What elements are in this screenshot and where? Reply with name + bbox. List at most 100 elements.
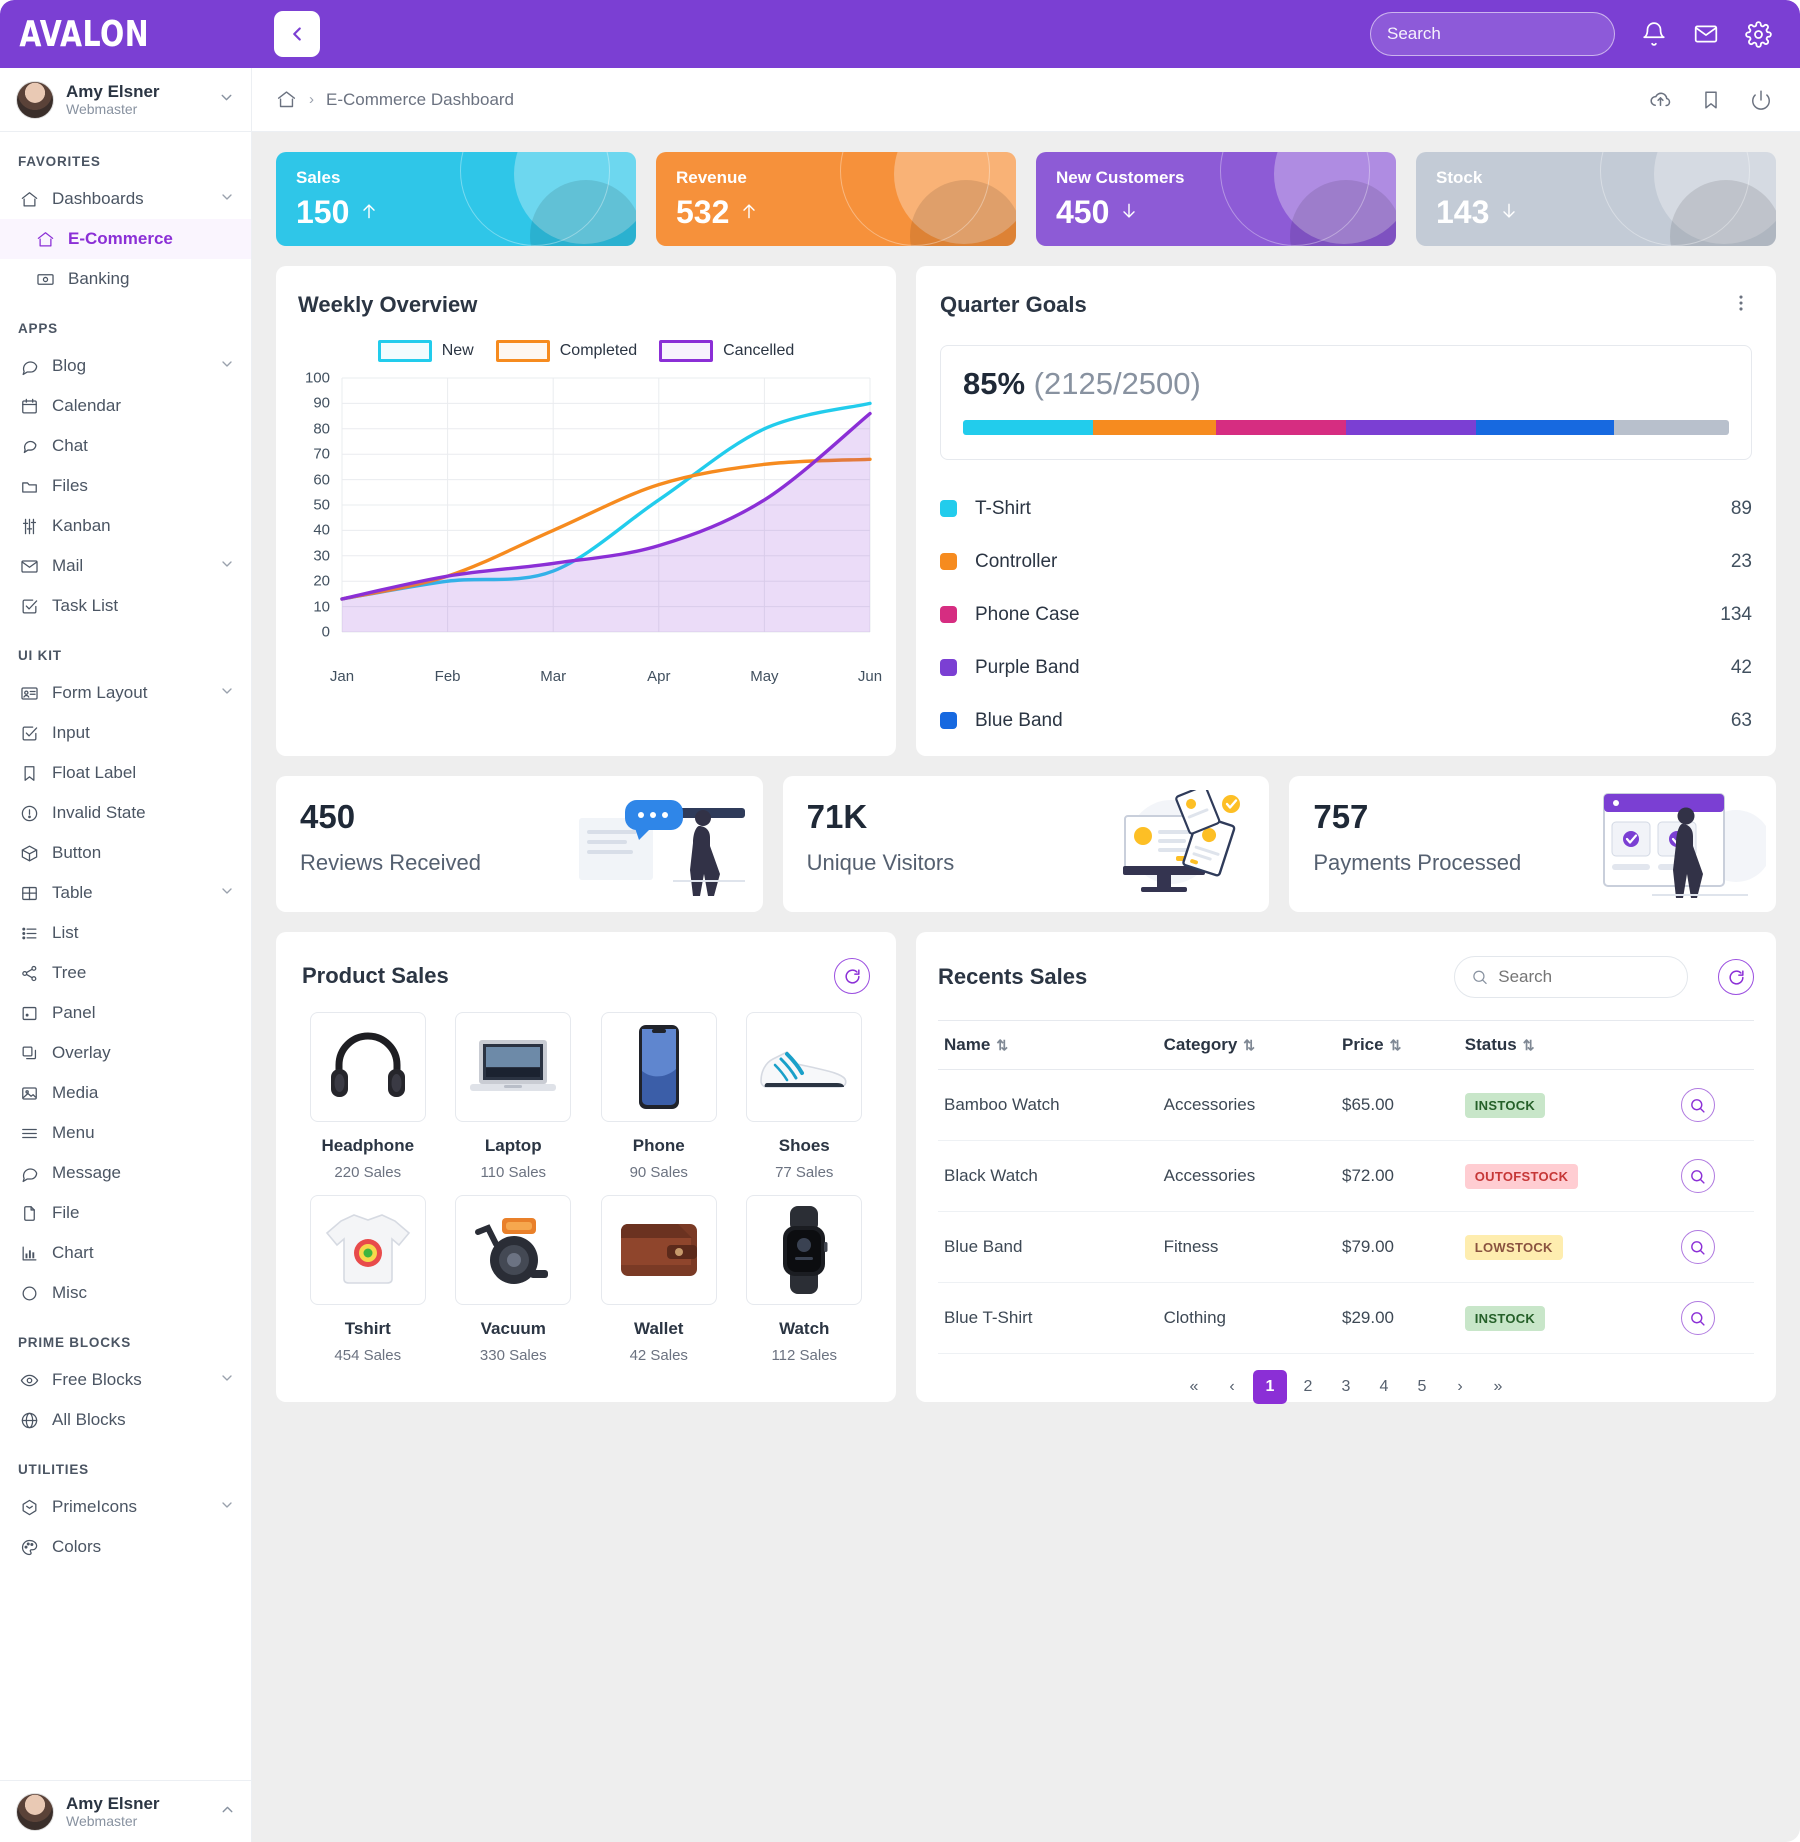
sidebar-item-list[interactable]: List — [0, 913, 251, 953]
sort-icon[interactable]: ⇅ — [996, 1037, 1008, 1053]
product-item[interactable]: Vacuum 330 Sales — [448, 1195, 580, 1364]
ellipsis-v-icon[interactable] — [1730, 292, 1752, 319]
kpi-card-sales[interactable]: Sales 150 — [276, 152, 636, 246]
table-row[interactable]: Blue T-Shirt Clothing $29.00 INSTOCK — [938, 1282, 1754, 1354]
sidebar-item-table[interactable]: Table — [0, 873, 251, 913]
sidebar-item-misc[interactable]: Misc — [0, 1273, 251, 1313]
sidebar-item-task-list[interactable]: Task List — [0, 586, 251, 626]
kpi-card-stock[interactable]: Stock 143 — [1416, 152, 1776, 246]
table-row[interactable]: Bamboo Watch Accessories $65.00 INSTOCK — [938, 1069, 1754, 1141]
page-button-«[interactable]: « — [1177, 1370, 1211, 1404]
sort-icon[interactable]: ⇅ — [1523, 1037, 1535, 1053]
page-button-›[interactable]: › — [1443, 1370, 1477, 1404]
sidebar-item-float-label[interactable]: Float Label — [0, 753, 251, 793]
chevron-down-icon[interactable] — [219, 1497, 235, 1518]
sidebar-item-chat[interactable]: Chat — [0, 426, 251, 466]
home-icon[interactable] — [276, 89, 297, 110]
sidebar-item-chart[interactable]: Chart — [0, 1233, 251, 1273]
sidebar-item-free-blocks[interactable]: Free Blocks — [0, 1360, 251, 1400]
global-search[interactable] — [1370, 12, 1615, 56]
sidebar-item-primeicons[interactable]: PrimeIcons — [0, 1487, 251, 1527]
chevron-down-icon[interactable] — [219, 883, 235, 904]
sidebar-item-blog[interactable]: Blog — [0, 346, 251, 386]
column-header-category[interactable]: Category ⇅ — [1157, 1020, 1336, 1070]
product-item[interactable]: Shoes 77 Sales — [739, 1012, 871, 1181]
product-item[interactable]: Wallet 42 Sales — [593, 1195, 725, 1364]
product-sales-refresh-button[interactable] — [834, 958, 870, 994]
table-row[interactable]: Blue Band Fitness $79.00 LOWSTOCK — [938, 1211, 1754, 1283]
app-logo[interactable]: AVALON — [0, 14, 222, 55]
page-button-3[interactable]: 3 — [1329, 1370, 1363, 1404]
chevron-down-icon[interactable] — [219, 189, 235, 210]
row-search-button[interactable] — [1680, 1301, 1715, 1335]
product-item[interactable]: Laptop 110 Sales — [448, 1012, 580, 1181]
page-button-»[interactable]: » — [1481, 1370, 1515, 1404]
cloud-upload-icon[interactable] — [1649, 88, 1672, 111]
legend-item-new[interactable]: New — [377, 340, 474, 362]
kpi-card-revenue[interactable]: Revenue 532 — [656, 152, 1016, 246]
chevron-up-icon[interactable] — [219, 1801, 236, 1823]
product-item[interactable]: Watch 112 Sales — [739, 1195, 871, 1364]
product-item[interactable]: Tshirt 454 Sales — [302, 1195, 434, 1364]
bookmark-icon[interactable] — [1700, 89, 1722, 111]
sort-icon[interactable]: ⇅ — [1390, 1037, 1402, 1053]
chevron-down-icon[interactable] — [219, 556, 235, 577]
chevron-down-icon[interactable] — [219, 683, 235, 704]
chevron-down-icon[interactable] — [219, 1370, 235, 1391]
sidebar-item-form-layout[interactable]: Form Layout — [0, 673, 251, 713]
messages-button[interactable] — [1693, 21, 1719, 47]
sidebar-nav[interactable]: FAVORITES Dashboards E-Commerce Banking APPS… — [0, 132, 251, 1778]
sidebar-item-input[interactable]: Input — [0, 713, 251, 753]
sidebar-item-menu[interactable]: Menu — [0, 1113, 251, 1153]
chevron-down-icon[interactable] — [219, 356, 235, 377]
recents-search-input[interactable] — [1498, 967, 1671, 987]
chevron-down-icon[interactable] — [218, 89, 235, 111]
column-header-name[interactable]: Name ⇅ — [938, 1020, 1158, 1070]
legend-item-completed[interactable]: Completed — [495, 340, 637, 362]
page-button-4[interactable]: 4 — [1367, 1370, 1401, 1404]
chart-legend[interactable]: New Completed Cancelled — [298, 340, 874, 362]
sidebar-item-calendar[interactable]: Calendar — [0, 386, 251, 426]
page-button-2[interactable]: 2 — [1291, 1370, 1325, 1404]
sidebar-item-mail[interactable]: Mail — [0, 546, 251, 586]
page-button-‹[interactable]: ‹ — [1215, 1370, 1249, 1404]
search-input[interactable] — [1387, 24, 1608, 44]
column-header-status[interactable]: Status ⇅ — [1458, 1020, 1675, 1070]
product-item[interactable]: Headphone 220 Sales — [302, 1012, 434, 1181]
sidebar-item-dashboards[interactable]: Dashboards — [0, 179, 251, 219]
sidebar-item-media[interactable]: Media — [0, 1073, 251, 1113]
sidebar-item-files[interactable]: Files — [0, 466, 251, 506]
sidebar-item-kanban[interactable]: Kanban — [0, 506, 251, 546]
row-search-button[interactable] — [1680, 1159, 1715, 1193]
settings-button[interactable] — [1745, 20, 1772, 48]
sidebar-item-panel[interactable]: Panel — [0, 993, 251, 1033]
sidebar-item-tree[interactable]: Tree — [0, 953, 251, 993]
sidebar-item-colors[interactable]: Colors — [0, 1527, 251, 1567]
sidebar-item-overlay[interactable]: Overlay — [0, 1033, 251, 1073]
row-search-button[interactable] — [1680, 1088, 1715, 1122]
product-item[interactable]: Phone 90 Sales — [593, 1012, 725, 1181]
pagination[interactable]: «‹ 1 2 3 4 5 ›» — [938, 1370, 1754, 1404]
row-search-button[interactable] — [1680, 1230, 1715, 1264]
sidebar-item-message[interactable]: Message — [0, 1153, 251, 1193]
column-header-price[interactable]: Price ⇅ — [1335, 1020, 1459, 1070]
sidebar-item-all-blocks[interactable]: All Blocks — [0, 1400, 251, 1440]
sidebar-item-button[interactable]: Button — [0, 833, 251, 873]
sidebar-collapse-button[interactable] — [274, 11, 320, 57]
sort-icon[interactable]: ⇅ — [1243, 1037, 1255, 1053]
sidebar-item-file[interactable]: File — [0, 1193, 251, 1233]
power-icon[interactable] — [1750, 89, 1772, 111]
sidebar-profile[interactable]: Amy Elsner Webmaster — [0, 68, 251, 132]
legend-item-cancelled[interactable]: Cancelled — [659, 340, 794, 362]
page-button-5[interactable]: 5 — [1405, 1370, 1439, 1404]
sidebar-item-banking[interactable]: Banking — [0, 259, 251, 299]
table-row[interactable]: Black Watch Accessories $72.00 OUTOFSTOCK — [938, 1140, 1754, 1212]
recents-sales-refresh-button[interactable] — [1718, 959, 1754, 995]
sidebar-footer-profile[interactable]: Amy Elsner Webmaster — [0, 1780, 251, 1842]
sidebar-item-e-commerce[interactable]: E-Commerce — [0, 219, 251, 259]
notifications-button[interactable] — [1641, 21, 1667, 47]
kpi-card-new-customers[interactable]: New Customers 450 — [1036, 152, 1396, 246]
page-button-1[interactable]: 1 — [1253, 1370, 1287, 1404]
recents-sales-search[interactable] — [1454, 956, 1688, 998]
sidebar-item-invalid-state[interactable]: Invalid State — [0, 793, 251, 833]
